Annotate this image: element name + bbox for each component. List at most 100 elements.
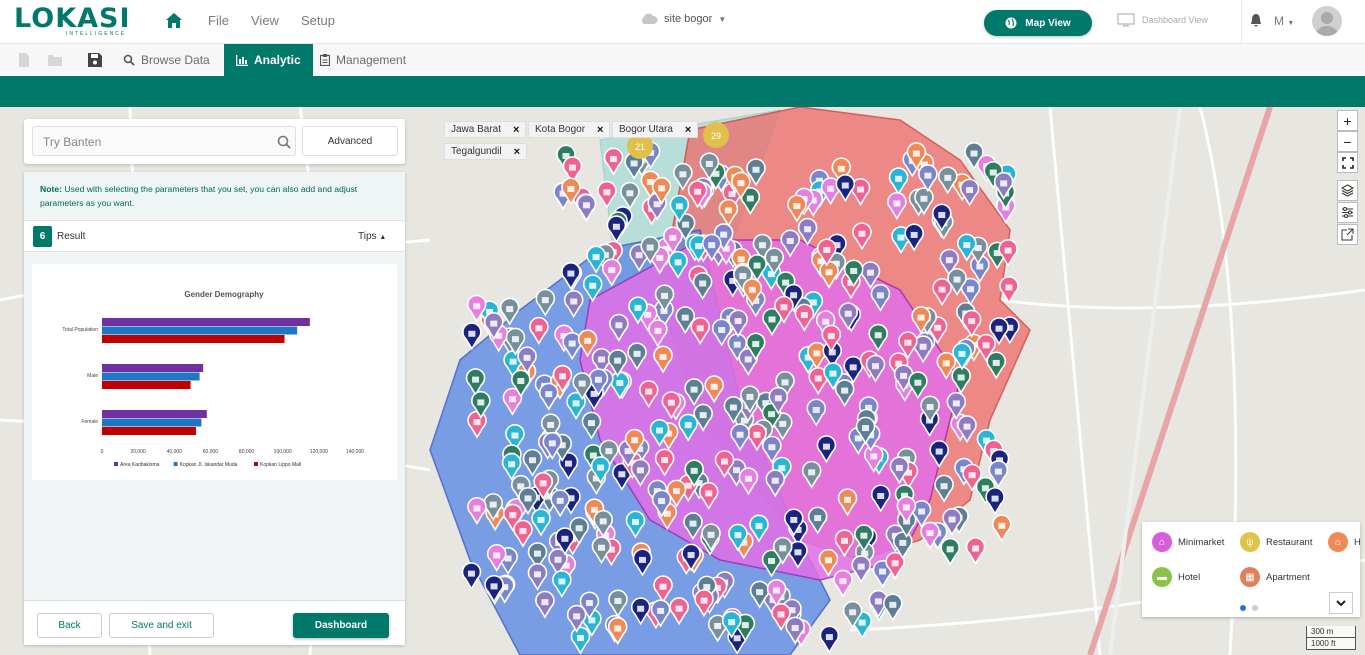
poi-marker[interactable] (819, 625, 840, 654)
dashboard-button[interactable]: Dashboard (293, 613, 389, 638)
tab-analytic[interactable]: Analytic (224, 44, 313, 76)
tab-management[interactable]: Management (308, 44, 418, 76)
filter-settings-button[interactable] (1337, 202, 1358, 223)
poi-glyph (734, 318, 742, 325)
chevron-down-icon: ▼ (1287, 20, 1295, 27)
legend-label: H (1354, 536, 1360, 548)
chevron-down-icon: ▼ (718, 14, 727, 24)
filter-chip[interactable]: Bogor Utara × (612, 121, 699, 138)
close-icon[interactable]: × (685, 124, 691, 136)
tips-toggle[interactable]: Tips ▲ (358, 231, 386, 242)
poi-glyph (780, 304, 788, 311)
poi-glyph (720, 231, 728, 238)
poi-glyph (786, 238, 794, 245)
close-icon[interactable]: × (514, 146, 520, 158)
poi-marker[interactable] (940, 537, 960, 566)
cluster-count: 29 (711, 131, 721, 141)
filter-chip[interactable]: Kota Bogor × (528, 121, 611, 138)
menu-view[interactable]: View (251, 13, 279, 28)
poi-glyph (746, 393, 754, 400)
site-selector[interactable]: site bogor ▼ (640, 13, 726, 25)
poi-marker[interactable] (985, 487, 1005, 516)
poi-glyph (876, 292, 884, 299)
search-icon[interactable] (277, 135, 291, 149)
poi-glyph (773, 587, 781, 594)
poi-glyph (814, 515, 822, 522)
poi-glyph (904, 339, 912, 346)
filter-chip[interactable]: Jawa Barat × (444, 121, 527, 138)
legend-expand-button[interactable] (1329, 592, 1353, 614)
close-icon[interactable]: × (513, 124, 519, 136)
folder-icon[interactable] (47, 52, 63, 68)
advanced-button[interactable]: Advanced (302, 126, 398, 156)
poi-marker[interactable] (991, 514, 1012, 543)
poi-glyph (844, 310, 852, 317)
apartment-icon: ▦ (1240, 567, 1260, 587)
scale-feet: 1000 ft (1306, 638, 1356, 650)
poi-glyph (584, 337, 592, 344)
user-menu[interactable]: M ▼ (1274, 14, 1294, 28)
pagination-dot[interactable] (1240, 605, 1246, 611)
poi-glyph (690, 467, 698, 474)
poi-glyph (699, 412, 707, 419)
user-icon (1316, 12, 1338, 36)
menu-file[interactable]: File (208, 13, 229, 28)
home-icon[interactable] (164, 11, 184, 31)
save-icon[interactable] (87, 52, 103, 68)
poi-marker[interactable] (999, 275, 1019, 305)
poi-glyph (914, 379, 922, 386)
poi-glyph (972, 545, 980, 552)
poi-glyph (710, 383, 718, 390)
filter-chip[interactable]: Tegalgundil × (444, 143, 528, 160)
search-input[interactable]: Try Banten (32, 126, 296, 156)
bell-icon[interactable] (1249, 13, 1263, 28)
poi-glyph (935, 448, 943, 455)
export-button[interactable] (1337, 224, 1358, 245)
tick-label: 120,000 (310, 449, 328, 455)
poi-marker[interactable] (851, 555, 871, 584)
poi-glyph (958, 350, 966, 357)
poi-glyph (508, 396, 516, 403)
pagination-dot[interactable] (1252, 605, 1258, 611)
zoom-out-button[interactable]: − (1337, 131, 1358, 152)
poi-glyph (737, 256, 745, 263)
tick-label: 140,000 (346, 449, 364, 455)
back-button[interactable]: Back (37, 613, 102, 638)
poi-glyph (771, 477, 779, 484)
poi-glyph (963, 423, 971, 430)
poi-marker[interactable] (833, 569, 853, 598)
dashboard-view-button[interactable]: Dashboard View (1117, 13, 1208, 27)
poi-glyph (753, 262, 761, 269)
house-icon: ⌂ (1328, 532, 1348, 552)
app-logo[interactable]: LOKASI INTELLIGENCE (14, 4, 130, 38)
tab-browse-data[interactable]: Browse Data (111, 44, 222, 76)
search-icon (123, 54, 135, 66)
poi-glyph (524, 495, 532, 502)
poi-glyph (573, 613, 581, 620)
poi-marker[interactable] (965, 537, 986, 566)
poi-marker[interactable] (883, 593, 903, 622)
poi-glyph (681, 314, 689, 321)
layers-button[interactable] (1337, 180, 1358, 201)
close-icon[interactable]: × (597, 124, 603, 136)
fullscreen-button[interactable] (1337, 152, 1358, 173)
poi-glyph (774, 395, 782, 402)
tab-browse-label: Browse Data (141, 53, 210, 67)
chart-svg: Gender Demography Total Population Male Fem… (62, 290, 364, 468)
zoom-in-button[interactable]: + (1337, 110, 1358, 131)
poi-marker[interactable] (576, 193, 597, 222)
poi-glyph (598, 356, 606, 363)
poi-glyph (946, 546, 954, 553)
map-view-button[interactable]: Map View (984, 10, 1092, 36)
poi-glyph (902, 504, 910, 511)
avatar[interactable] (1312, 6, 1342, 36)
menu-setup[interactable]: Setup (301, 13, 335, 28)
save-exit-button[interactable]: Save and exit (109, 613, 214, 638)
note-box: Note: Used with selecting the parameters… (24, 172, 405, 219)
poi-glyph (948, 516, 956, 523)
poi-glyph (490, 583, 498, 590)
poi-glyph (739, 273, 747, 280)
poi-marker[interactable] (461, 562, 482, 591)
new-file-icon[interactable] (16, 52, 32, 68)
poi-glyph (938, 286, 946, 293)
